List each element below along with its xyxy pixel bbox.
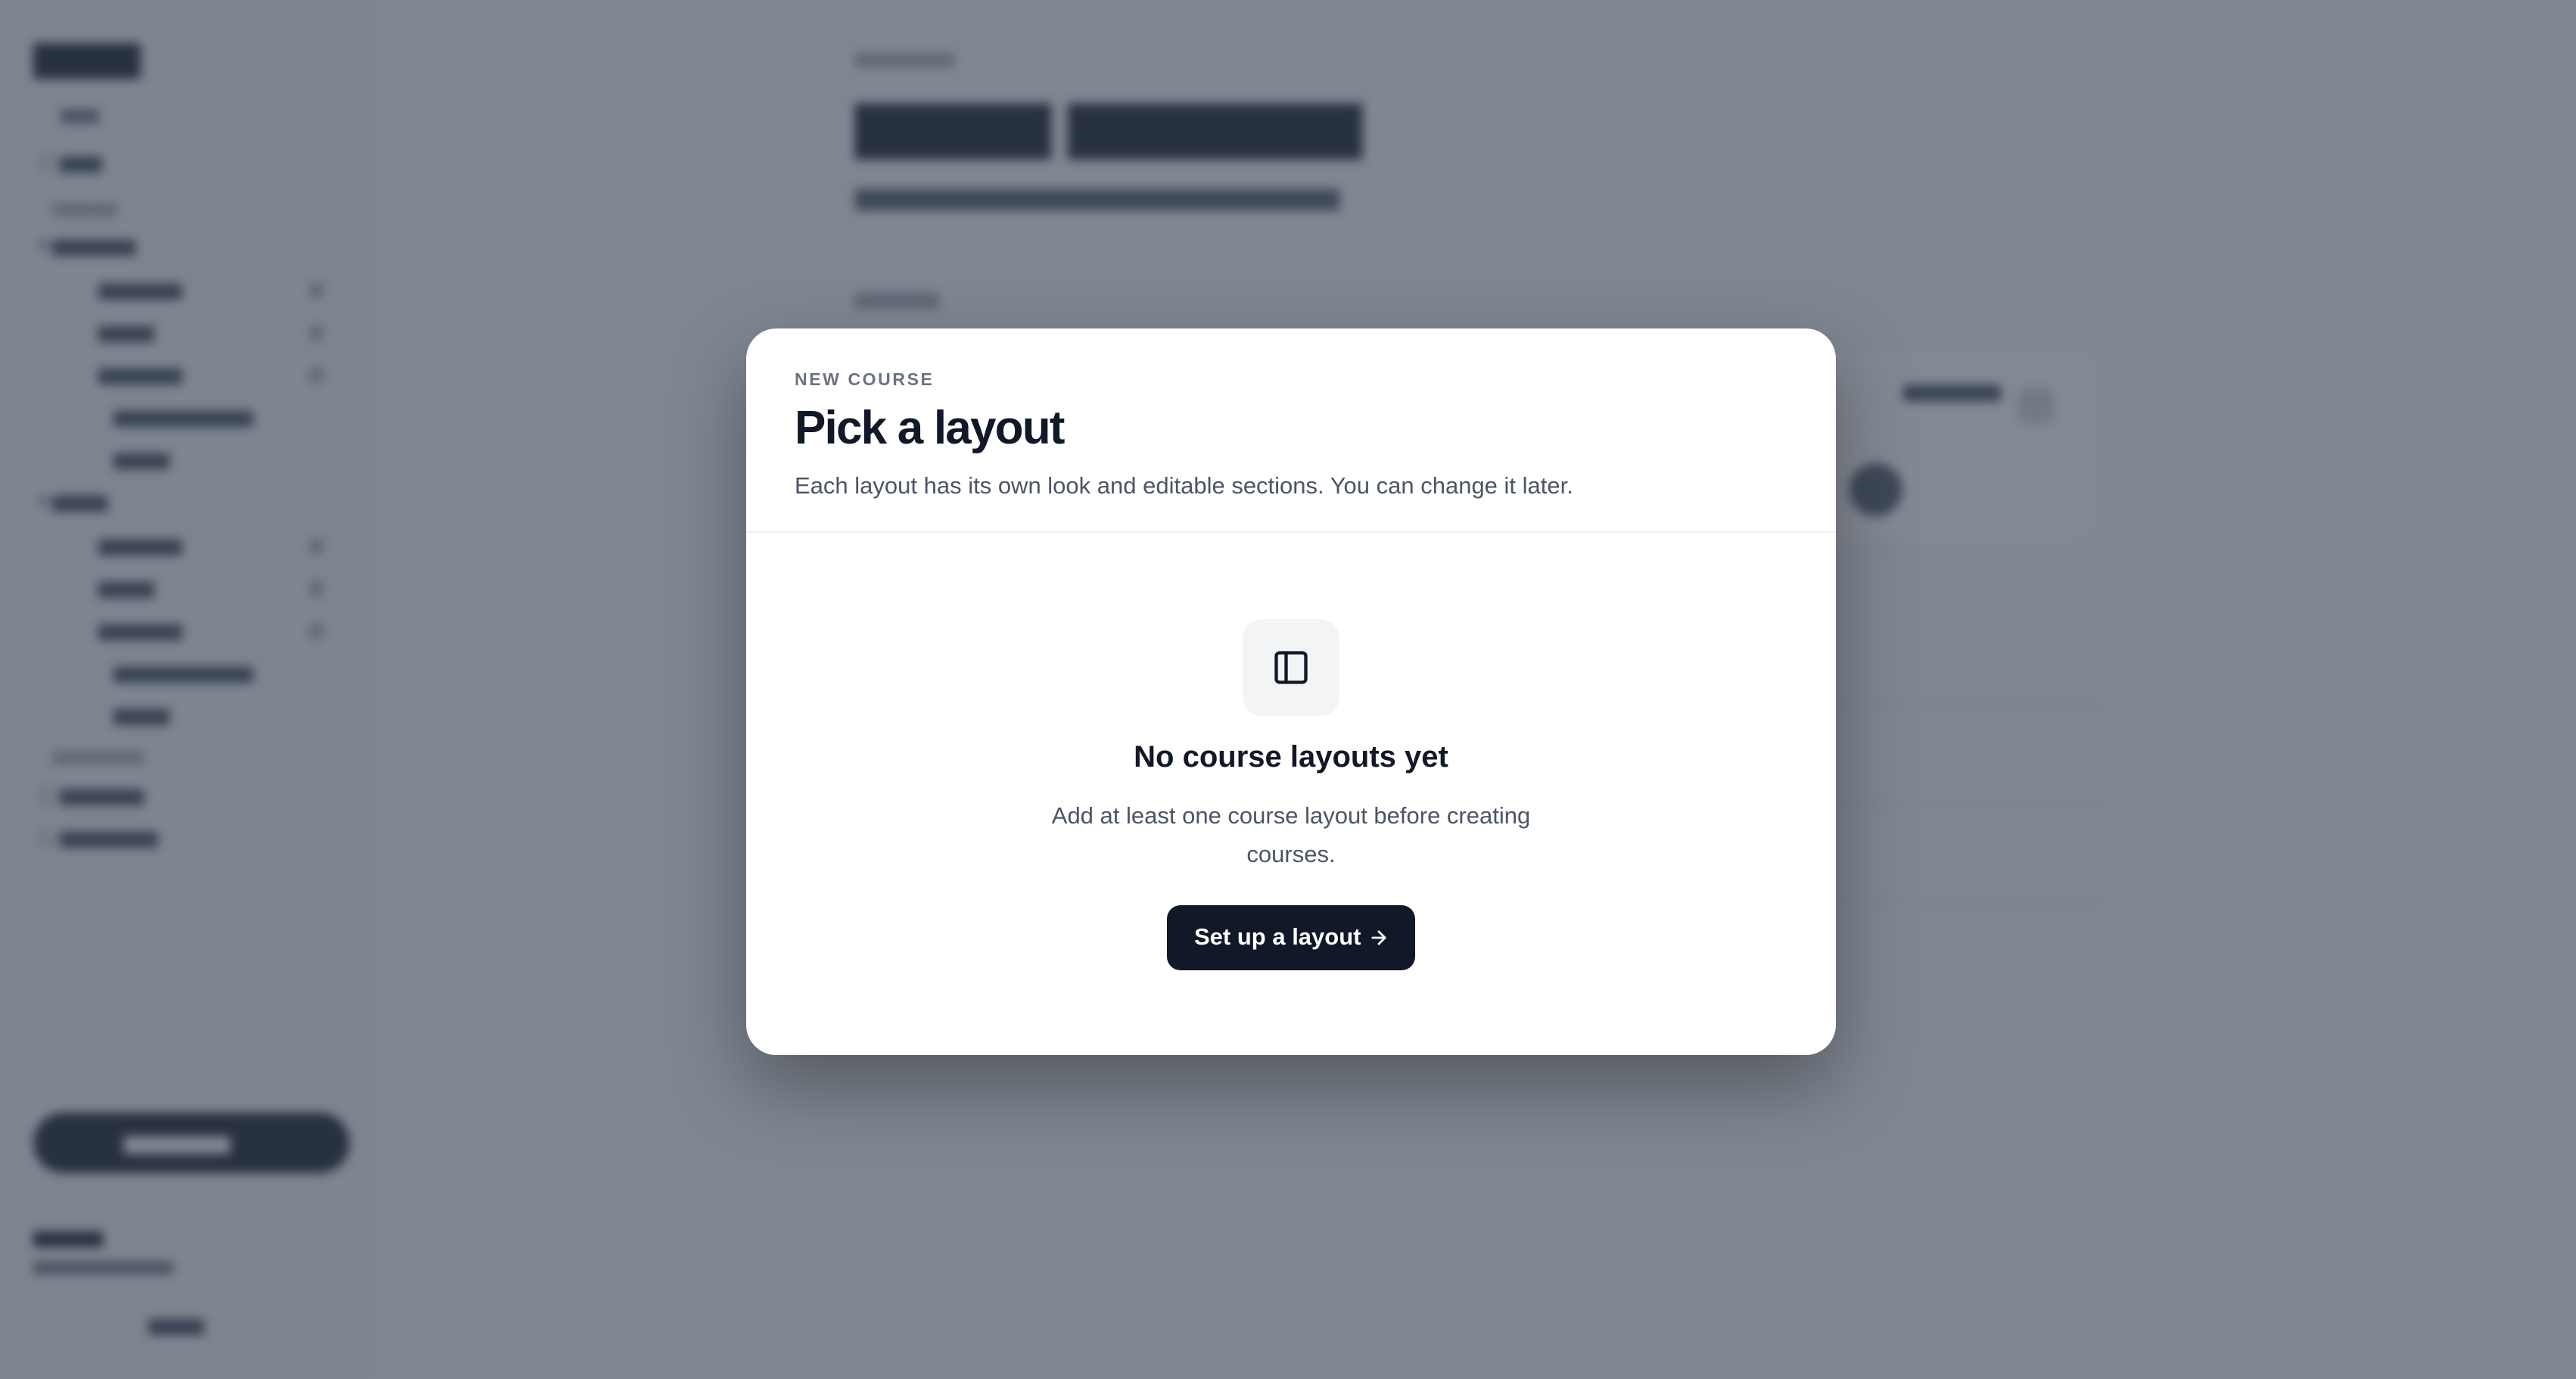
dialog-title: Pick a layout <box>795 402 1065 454</box>
sidebar-layout-icon <box>1274 651 1308 684</box>
new-course-dialog: NEW COURSE Pick a layout Each layout has… <box>746 328 1836 1055</box>
dialog-description: Each layout has its own look and editabl… <box>795 472 1573 499</box>
app-window: ▇▇▇▇ ▆▆▆ ▢ ▆▆▆ ▆▆▆▆▆ ▾ ▆▆▆▆▆▆ ▆▆▆▆▆▆ ▆ ▆… <box>0 0 2576 1379</box>
empty-state-title: No course layouts yet <box>1134 740 1448 774</box>
arrow-right-icon <box>1371 930 1386 945</box>
empty-state-description: Add at least one course layout before cr… <box>1051 802 1531 867</box>
dialog-header: NEW COURSE Pick a layout Each layout has… <box>746 328 1836 533</box>
set-up-layout-button[interactable]: Set up a layout <box>1167 905 1415 970</box>
dialog-eyebrow: NEW COURSE <box>795 369 935 389</box>
empty-state-icon-container <box>1243 619 1339 716</box>
set-up-layout-button-label: Set up a layout <box>1194 923 1361 950</box>
